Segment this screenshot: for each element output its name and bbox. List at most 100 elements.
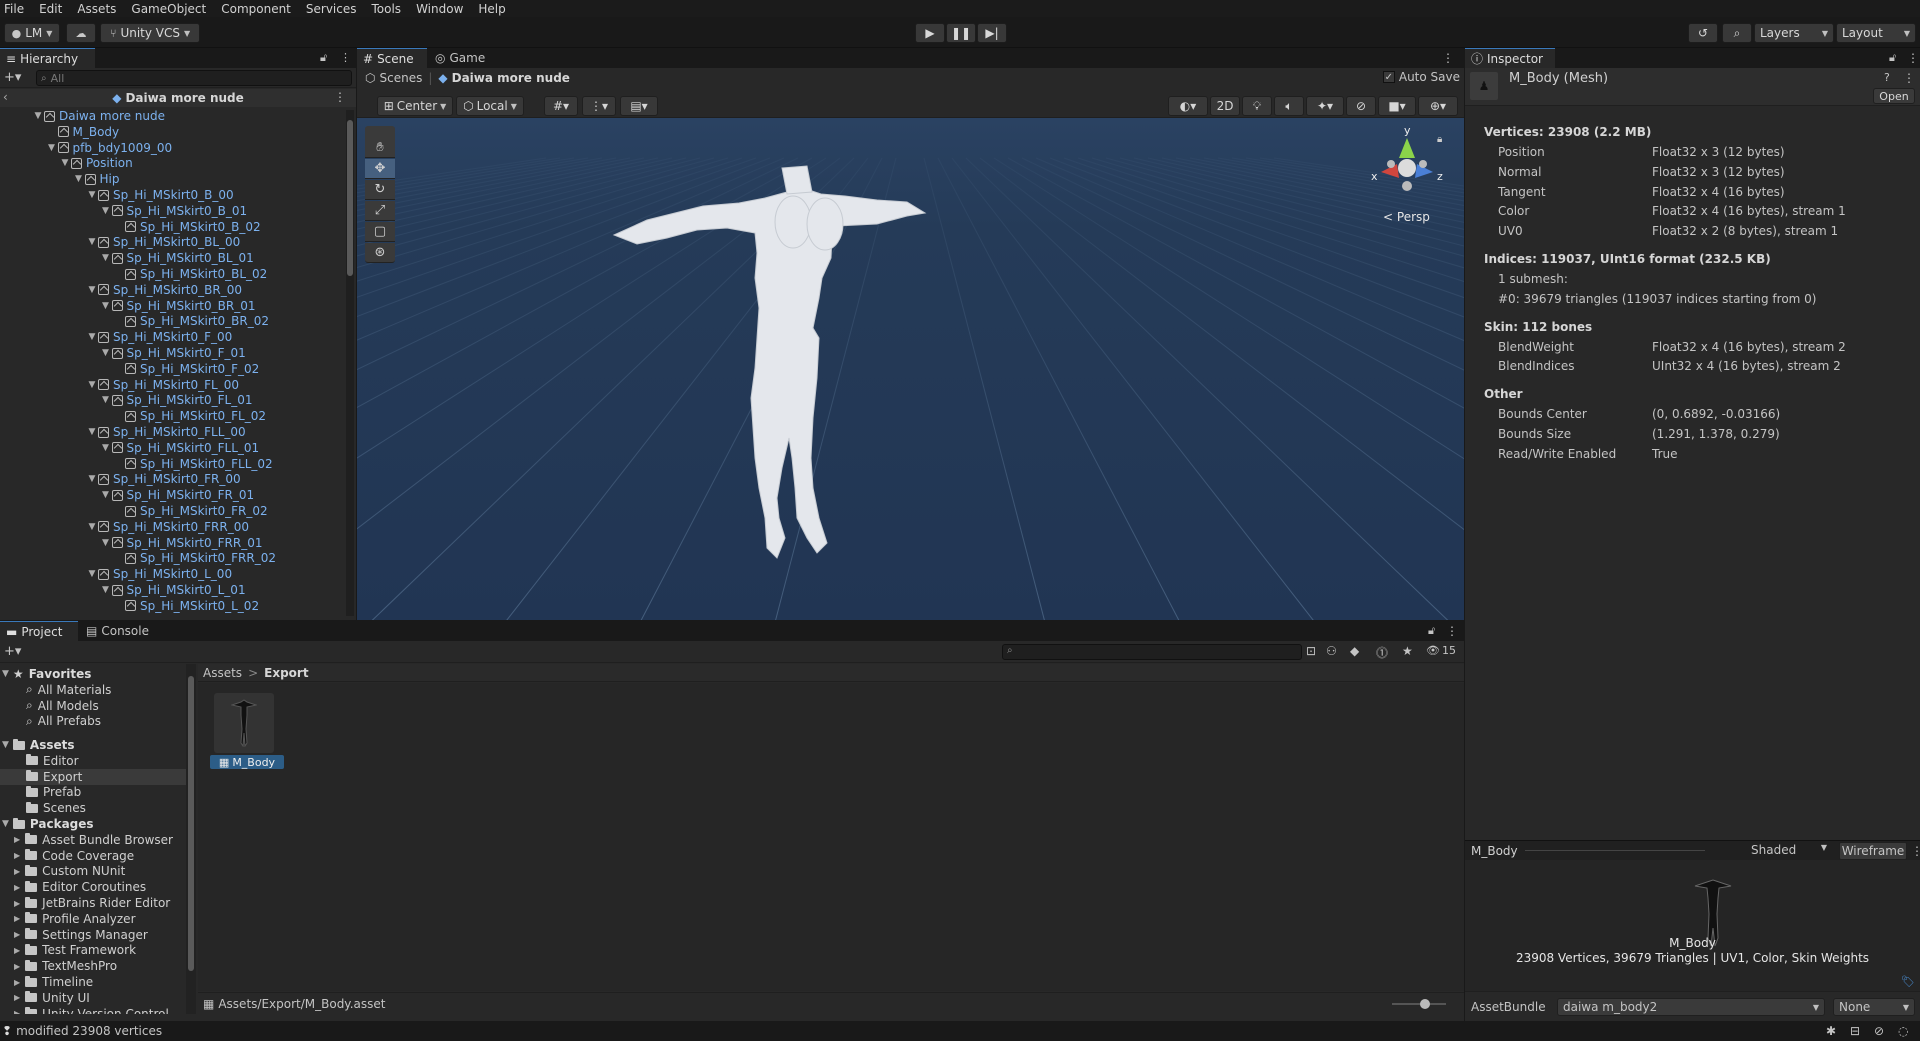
2d-toggle[interactable]: 2D [1210, 96, 1240, 116]
tab-inspector[interactable]: ⓘ Inspector [1465, 48, 1555, 68]
bug-icon[interactable]: ✱ [1826, 1024, 1836, 1038]
hierarchy-item[interactable]: ▼ pfb_bdy1009_00 [46, 140, 172, 156]
more-menu-icon[interactable]: ⋮ [340, 51, 351, 64]
asset-thumbnail[interactable] [214, 693, 274, 753]
project-section-header[interactable]: ▼ Assets [0, 737, 186, 753]
orientation-gizmo[interactable]: y x z 🔒︎ [1357, 120, 1447, 220]
account-dropdown[interactable]: ● LM ▼ [4, 23, 60, 43]
hierarchy-item[interactable]: ▼ Sp_Hi_MSkirt0_F_00 [86, 329, 233, 345]
star-icon[interactable]: ★ [1402, 644, 1413, 658]
checkbox-checked-icon[interactable]: ✓ [1382, 71, 1395, 83]
effects-dropdown[interactable]: ✦▾ [1306, 96, 1344, 116]
menu-item-services[interactable]: Services [306, 2, 357, 16]
expand-arrow-icon[interactable]: ▼ [86, 427, 98, 437]
project-folder-item[interactable]: Scenes [0, 800, 186, 816]
expand-arrow-icon[interactable]: ▼ [2, 740, 9, 750]
back-arrow-icon[interactable]: ‹ [3, 90, 8, 104]
mesh-preview[interactable]: M_Body 23908 Vertices, 39679 Triangles |… [1465, 860, 1920, 991]
hierarchy-item[interactable]: Sp_Hi_MSkirt0_FLL_02 [113, 456, 273, 472]
shading-dropdown[interactable]: Shaded ▼ [1747, 843, 1831, 859]
menu-item-component[interactable]: Component [221, 2, 291, 16]
expand-arrow-icon[interactable]: ▼ [86, 474, 98, 484]
hand-tool[interactable]: ✋︎ [365, 138, 395, 158]
project-folder-item[interactable]: ▶ Settings Manager [0, 927, 186, 943]
hierarchy-item[interactable]: ▼ Sp_Hi_MSkirt0_FLL_01 [100, 440, 259, 456]
expand-arrow-icon[interactable]: ▼ [100, 206, 112, 216]
settings-menu-icon[interactable]: ⋮ [1903, 71, 1915, 85]
collapse-arrow-icon[interactable]: ▶ [14, 962, 20, 971]
menu-item-edit[interactable]: Edit [39, 2, 62, 16]
hierarchy-item[interactable]: Sp_Hi_MSkirt0_BR_02 [113, 313, 269, 329]
collapse-arrow-icon[interactable]: ▶ [14, 835, 20, 844]
snap-increment-button[interactable]: ⋮▾ [582, 96, 616, 116]
hierarchy-item[interactable]: Sp_Hi_MSkirt0_B_02 [113, 219, 261, 235]
project-folder-item[interactable]: ▶ Timeline [0, 974, 186, 990]
more-menu-icon[interactable]: ⋮ [334, 90, 346, 104]
auto-save-toggle[interactable]: ✓ Auto Save [1382, 70, 1460, 84]
transform-tool[interactable]: ⊛ [365, 243, 395, 263]
hierarchy-item[interactable]: ▼ Sp_Hi_MSkirt0_B_00 [86, 187, 234, 203]
move-tool[interactable]: ✥ [365, 159, 395, 179]
zoom-slider-thumb[interactable] [1420, 999, 1430, 1009]
search-button[interactable]: ⌕ [1722, 23, 1752, 43]
hierarchy-item[interactable]: ▼ Sp_Hi_MSkirt0_BL_01 [100, 250, 254, 266]
hierarchy-item[interactable]: ▼ Daiwa more nude [32, 108, 166, 124]
breadcrumb-scenes[interactable]: Scenes [379, 71, 422, 85]
zoom-slider[interactable] [1392, 999, 1446, 1009]
lock-icon[interactable]: 🔓︎ [320, 51, 327, 65]
hierarchy-item[interactable]: ▼ Sp_Hi_MSkirt0_FR_00 [86, 471, 241, 487]
draw-mode-dropdown[interactable]: ◐▾ [1168, 96, 1208, 116]
hierarchy-item[interactable]: ▼ Sp_Hi_MSkirt0_BR_00 [86, 282, 242, 298]
expand-arrow-icon[interactable]: ▼ [100, 395, 112, 405]
scene-viewport[interactable]: ✋︎ ✥ ↻ ⤢ ▢ ⊛ y x z 🔒︎ < Persp [357, 118, 1464, 620]
expand-arrow-icon[interactable]: ▼ [86, 380, 98, 390]
step-button[interactable]: ▶| [977, 23, 1007, 43]
expand-arrow-icon[interactable]: ▼ [59, 158, 71, 168]
more-menu-icon[interactable]: ⋮ [1442, 51, 1454, 65]
open-button[interactable]: Open [1873, 88, 1915, 104]
collapse-arrow-icon[interactable]: ▶ [14, 946, 20, 955]
space-dropdown[interactable]: ⬡ Local ▼ [456, 96, 524, 116]
expand-arrow-icon[interactable]: ▼ [86, 522, 98, 532]
play-button[interactable]: ▶ [915, 23, 945, 43]
tag-icon[interactable]: 🏷︎ [1901, 975, 1915, 988]
expand-arrow-icon[interactable]: ▼ [86, 190, 98, 200]
label-icon[interactable]: ◆ [1350, 644, 1359, 658]
hierarchy-item[interactable]: ▼ Sp_Hi_MSkirt0_F_01 [100, 345, 246, 361]
help-icon[interactable]: ? [1884, 71, 1890, 84]
rect-tool[interactable]: ▢ [365, 222, 395, 242]
add-icon[interactable]: +▾ [4, 644, 21, 659]
tab-hierarchy[interactable]: ≡ Hierarchy [0, 48, 95, 68]
collapse-arrow-icon[interactable]: ▶ [14, 993, 20, 1002]
collapse-arrow-icon[interactable]: ▶ [14, 930, 20, 939]
rotate-tool[interactable]: ↻ [365, 180, 395, 200]
hidden-packages-toggle[interactable]: 👁︎ 15 [1426, 644, 1456, 657]
hierarchy-item[interactable]: ▼ Sp_Hi_MSkirt0_FR_01 [100, 487, 254, 503]
scrollbar-thumb[interactable] [347, 120, 353, 276]
project-folder-item[interactable]: ▶ JetBrains Rider Editor [0, 895, 186, 911]
scale-tool[interactable]: ⤢ [365, 201, 395, 221]
expand-arrow-icon[interactable]: ▼ [32, 111, 44, 121]
expand-arrow-icon[interactable]: ▼ [86, 332, 98, 342]
collapse-arrow-icon[interactable]: ▶ [14, 1009, 20, 1014]
cloud-button[interactable]: ☁ [66, 23, 96, 43]
variant-dropdown[interactable]: None ▼ [1833, 998, 1915, 1016]
expand-arrow-icon[interactable]: ▼ [100, 253, 112, 263]
project-folder-item[interactable]: ▶ Code Coverage [0, 848, 186, 864]
hierarchy-item[interactable]: ▼ Sp_Hi_MSkirt0_BL_00 [86, 234, 241, 250]
vcs-dropdown[interactable]: ⑂ Unity VCS ▼ [100, 23, 200, 43]
hierarchy-item[interactable]: ▼ Sp_Hi_MSkirt0_FRR_01 [100, 535, 262, 551]
hierarchy-item[interactable]: ▼ Sp_Hi_MSkirt0_L_00 [86, 566, 233, 582]
hierarchy-item[interactable]: Sp_Hi_MSkirt0_FRR_02 [113, 550, 276, 566]
hierarchy-item[interactable]: ▼ Position [59, 155, 133, 171]
hierarchy-item[interactable]: ▼ Sp_Hi_MSkirt0_FRR_00 [86, 519, 249, 535]
project-folder-item[interactable]: ▶ Editor Coroutines [0, 879, 186, 895]
tab-game[interactable]: ◎ Game [429, 48, 495, 68]
more-menu-icon[interactable]: ⋮ [1907, 51, 1919, 65]
project-folder-item[interactable]: ▶ Custom NUnit [0, 863, 186, 879]
expand-arrow-icon[interactable]: ▼ [73, 174, 85, 184]
breadcrumb-assets[interactable]: Assets [203, 666, 242, 680]
tab-console[interactable]: ▤ Console [80, 621, 160, 641]
project-folder-item[interactable]: ⌕ All Prefabs [0, 713, 186, 729]
progress-icon[interactable]: ◌ [1898, 1024, 1908, 1038]
